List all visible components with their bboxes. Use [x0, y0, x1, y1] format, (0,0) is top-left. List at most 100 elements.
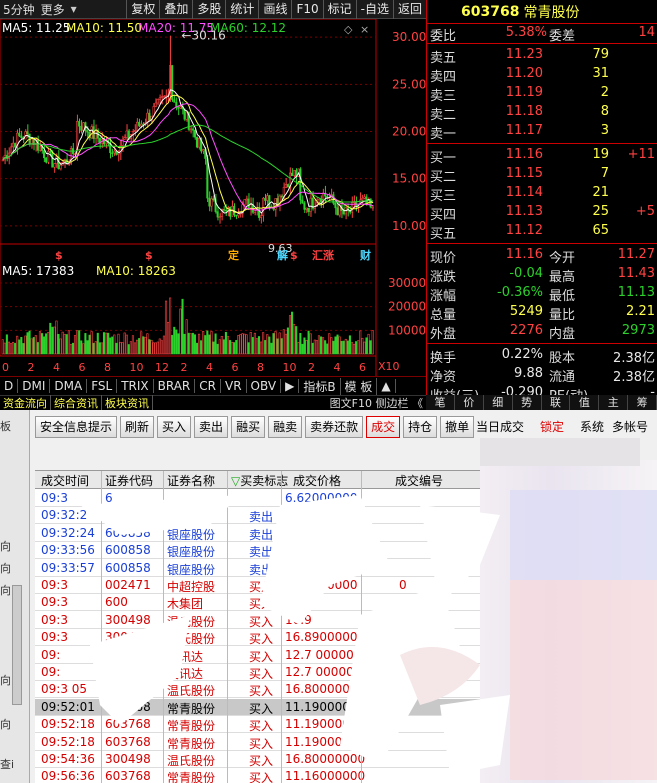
more-menu[interactable]: 更多 [38, 1, 68, 18]
trade-button-7[interactable]: 成交 [366, 416, 401, 438]
stat-value: 2276 [509, 323, 543, 338]
left-strip-item-1[interactable]: 向 [0, 538, 30, 554]
stat-value: 11.16 [505, 247, 543, 262]
indicator-tab-11[interactable]: 模 板 [341, 377, 378, 395]
left-scrollbar[interactable] [12, 585, 22, 705]
kline-chart[interactable]: 30.0025.0020.0015.0010.00MA5: 11.25MA10:… [0, 19, 426, 376]
trade-button-4[interactable]: 融买 [231, 416, 266, 438]
tab-fund-flow[interactable]: 资金流向 [0, 395, 51, 411]
system-button[interactable]: 系统 [580, 418, 604, 435]
candle-body [138, 121, 141, 127]
volume-bar [102, 332, 106, 355]
left-strip-item-2[interactable]: 向 [0, 560, 30, 576]
left-strip-item-5[interactable]: 向 [0, 716, 30, 732]
toolbar-button-5[interactable]: F10 [291, 0, 322, 19]
indicator-tab-1[interactable]: DMI [18, 379, 51, 393]
trade-button-9[interactable]: 撤单 [440, 416, 475, 438]
candle-body [111, 152, 114, 155]
volume-bar [51, 326, 54, 355]
time-tick-label: 6 [79, 361, 86, 374]
volume-bar [218, 339, 221, 355]
trade-button-0[interactable]: 安全信息提示 [35, 416, 118, 438]
toolbar-button-7[interactable]: -自选 [355, 0, 393, 19]
stat-value-2: 2973 [621, 323, 655, 338]
volume-bar [3, 342, 6, 355]
volume-bar [291, 311, 294, 355]
volume-bar [127, 344, 130, 355]
more-arrow-icon[interactable]: ▾ [68, 2, 80, 16]
toolbar-button-4[interactable]: 画线 [258, 0, 291, 19]
bid-price: 11.14 [505, 185, 543, 200]
period-selector[interactable]: 5分钟 [0, 1, 38, 18]
candle-body [171, 65, 174, 100]
volume-bar [63, 333, 66, 355]
indicator-tab-10[interactable]: 指标B [299, 377, 341, 395]
left-strip-item-0[interactable]: 板 [0, 418, 30, 434]
left-strip-item-6[interactable]: 查i [0, 756, 30, 772]
quote-tab-5[interactable]: 值 [570, 395, 600, 410]
toolbar-button-0[interactable]: 复权 [126, 0, 159, 19]
volume-bar [309, 333, 312, 355]
indicator-tab-3[interactable]: FSL [87, 379, 118, 393]
volume-bar [158, 338, 161, 355]
chart-area[interactable]: 30.00 25.00 20.00 15.00 10.00 MA5: 11.25 MA10:… [0, 19, 426, 395]
high-marker: ←30.16 [181, 29, 225, 43]
candle-body [14, 142, 17, 148]
quote-tab-1[interactable]: 价 [455, 395, 484, 410]
indicator-tab-12[interactable]: ▲ [377, 379, 396, 393]
quote-tab-7[interactable]: 筹 [628, 395, 657, 410]
candle-body [127, 130, 130, 139]
indicator-tab-9[interactable]: ▶ [281, 379, 300, 393]
trade-button-3[interactable]: 卖出 [194, 416, 229, 438]
price-tick-label: 10.00 [392, 219, 426, 233]
indicator-tab-0[interactable]: D [0, 379, 19, 393]
quote-tab-4[interactable]: 联 [542, 395, 571, 410]
volume-bar [26, 332, 29, 355]
indicator-tab-7[interactable]: VR [221, 379, 247, 393]
candle-body [371, 206, 374, 209]
indicator-tab-6[interactable]: CR [195, 379, 221, 393]
toolbar-button-2[interactable]: 多股 [192, 0, 225, 19]
candle-body [30, 138, 33, 145]
candle-body [49, 150, 52, 153]
quote-tab-2[interactable]: 细 [484, 395, 513, 410]
quote-tab-0[interactable]: 笔 [426, 395, 455, 410]
candle-body [193, 129, 196, 138]
volume-bar [113, 334, 116, 355]
trade-button-2[interactable]: 买入 [157, 416, 192, 438]
lock-button[interactable]: 锁定 [540, 418, 564, 435]
volume-bar [317, 335, 320, 355]
indicator-tab-8[interactable]: OBV [247, 379, 282, 393]
tab-sector-news[interactable]: 板块资讯 [102, 395, 153, 411]
trade-button-1[interactable]: 刷新 [120, 416, 155, 438]
multi-account-button[interactable]: 多帐号 [612, 418, 648, 435]
toolbar-button-6[interactable]: 标记 [322, 0, 356, 19]
toolbar-button-3[interactable]: 统计 [225, 0, 258, 19]
ask-row-3: 卖二 11.18 8 [427, 103, 657, 123]
quote-tab-6[interactable]: 主 [599, 395, 629, 410]
volume-bar [131, 335, 134, 355]
stat-value: 9.88 [514, 366, 543, 381]
candle-body [173, 99, 176, 103]
tab-news[interactable]: 综合资讯 [51, 395, 102, 411]
volume-bar [305, 340, 308, 355]
candle-body [94, 130, 97, 139]
volume-bar [105, 332, 108, 355]
volume-bar [53, 326, 56, 355]
trade-button-6[interactable]: 卖券还款 [305, 416, 364, 438]
volume-bar [303, 337, 306, 355]
volume-bar [16, 335, 19, 355]
quote-tab-3[interactable]: 势 [513, 395, 542, 410]
volume-bar [181, 298, 184, 355]
volume-bar [338, 336, 341, 355]
toolbar-button-1[interactable]: 叠加 [159, 0, 192, 19]
indicator-tab-2[interactable]: DMA [50, 379, 88, 393]
candle-body [125, 130, 128, 138]
volume-bar [34, 335, 37, 355]
trade-button-5[interactable]: 融卖 [268, 416, 303, 438]
trade-button-8[interactable]: 持仓 [403, 416, 438, 438]
sidebar-toggle[interactable]: 图文F10 侧边栏 《 [327, 395, 426, 411]
toolbar-button-8[interactable]: 返回 [392, 0, 426, 19]
indicator-tab-5[interactable]: BRAR [154, 379, 196, 393]
indicator-tab-4[interactable]: TRIX [117, 379, 154, 393]
